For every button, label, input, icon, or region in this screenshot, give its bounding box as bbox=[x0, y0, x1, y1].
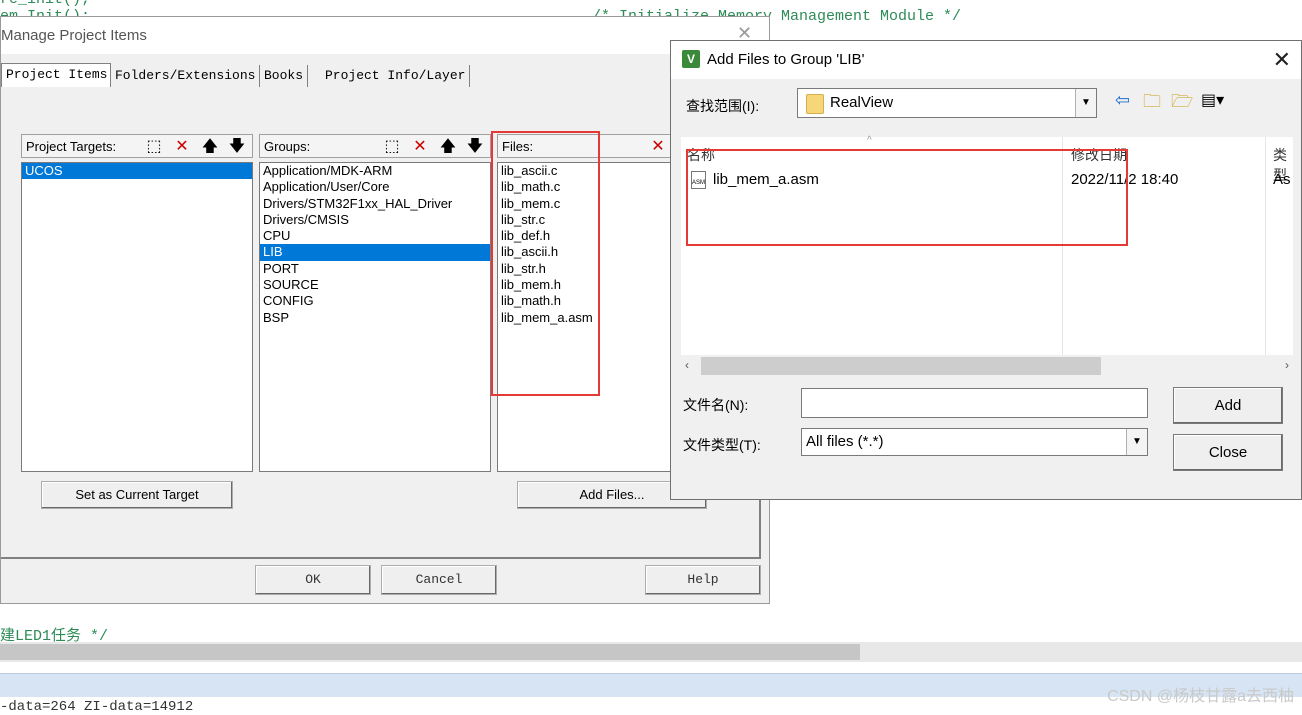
list-item-group[interactable]: Drivers/CMSIS bbox=[260, 212, 490, 228]
targets-label: Project Targets: bbox=[26, 139, 117, 154]
editor-horizontal-scrollbar[interactable] bbox=[0, 642, 1302, 662]
list-item-group[interactable]: BSP bbox=[260, 310, 490, 326]
tab-project-info-layer[interactable]: Project Info/Layer bbox=[321, 65, 471, 87]
list-item-target[interactable]: UCOS bbox=[22, 163, 252, 180]
new-icon[interactable]: ⬚ bbox=[382, 137, 402, 157]
filename-input[interactable] bbox=[801, 388, 1148, 418]
scrollbar-thumb[interactable] bbox=[701, 357, 1101, 375]
folder-icon bbox=[806, 94, 824, 114]
chevron-right-icon[interactable]: › bbox=[1285, 358, 1289, 372]
scrollbar-thumb[interactable] bbox=[0, 644, 860, 660]
new-icon[interactable]: ⬚ bbox=[144, 137, 164, 157]
ok-button[interactable]: OK bbox=[255, 565, 371, 595]
sort-indicator-icon: ^ bbox=[867, 135, 872, 146]
list-item-group[interactable]: Drivers/STM32F1xx_HAL_Driver bbox=[260, 196, 490, 212]
back-icon[interactable]: ⇦ bbox=[1115, 90, 1130, 111]
tab-books[interactable]: Books bbox=[260, 65, 309, 87]
add-files-dialog: V Add Files to Group 'LIB' ✕ 查找范围(I): Re… bbox=[670, 40, 1302, 500]
delete-icon[interactable]: ✕ bbox=[410, 137, 430, 157]
dialog-title: Add Files to Group 'LIB' bbox=[707, 51, 865, 68]
filetype-combo[interactable]: All files (*.*) ▼ bbox=[801, 428, 1148, 456]
look-in-value: RealView bbox=[830, 94, 894, 111]
groups-header: Groups: ⬚ ✕ 🡅 🡇 bbox=[259, 134, 491, 158]
close-icon[interactable]: ✕ bbox=[1273, 47, 1291, 73]
manage-project-items-dialog: Manage Project Items ✕ Project Items Fol… bbox=[0, 16, 770, 604]
tab-project-items[interactable]: Project Items bbox=[1, 63, 111, 89]
filetype-value: All files (*.*) bbox=[806, 433, 884, 450]
watermark: CSDN @杨枝甘露a去西柚 bbox=[1107, 688, 1294, 705]
cancel-button[interactable]: Cancel bbox=[381, 565, 497, 595]
file-list-hscrollbar[interactable]: ‹ › bbox=[681, 355, 1293, 377]
delete-icon[interactable]: ✕ bbox=[172, 137, 192, 157]
dialog-titlebar: V Add Files to Group 'LIB' ✕ bbox=[671, 41, 1301, 79]
project-items-panel: Project Targets: ⬚ ✕ 🡅 🡇 UCOS Groups: ⬚ … bbox=[1, 87, 761, 559]
chevron-down-icon[interactable]: ▼ bbox=[1075, 89, 1096, 117]
chevron-left-icon[interactable]: ‹ bbox=[685, 358, 689, 372]
list-item-group[interactable]: CPU bbox=[260, 228, 490, 244]
new-folder-icon[interactable]: 🗁 bbox=[1171, 89, 1193, 119]
filetype-label: 文件类型(T): bbox=[683, 437, 761, 453]
list-item-group[interactable]: SOURCE bbox=[260, 277, 490, 293]
up-folder-icon[interactable]: 🗀 bbox=[1143, 89, 1161, 119]
tab-folders-extensions[interactable]: Folders/Extensions bbox=[111, 65, 261, 87]
look-in-combo[interactable]: RealView ▼ bbox=[797, 88, 1097, 118]
code-line-1: re_init(); bbox=[0, 0, 90, 8]
groups-label: Groups: bbox=[264, 139, 311, 154]
close-button[interactable]: Close bbox=[1173, 434, 1283, 471]
dialog-titlebar: Manage Project Items ✕ bbox=[1, 17, 769, 54]
look-in-label: 查找范围(I): bbox=[686, 98, 760, 114]
highlight-box-file-row bbox=[686, 149, 1128, 246]
list-item-group[interactable]: Application/MDK-ARM bbox=[260, 163, 490, 179]
set-as-current-target-button[interactable]: Set as Current Target bbox=[41, 481, 233, 509]
filename-label: 文件名(N): bbox=[683, 397, 749, 413]
groups-list[interactable]: Application/MDK-ARM Application/User/Cor… bbox=[259, 162, 491, 472]
add-button[interactable]: Add bbox=[1173, 387, 1283, 424]
chevron-down-icon[interactable]: ▼ bbox=[1126, 429, 1147, 455]
list-item-group[interactable]: PORT bbox=[260, 261, 490, 277]
list-item-group[interactable]: CONFIG bbox=[260, 293, 490, 309]
move-down-icon[interactable]: 🡇 bbox=[227, 137, 247, 157]
move-down-icon[interactable]: 🡇 bbox=[465, 137, 485, 157]
targets-list[interactable]: UCOS bbox=[21, 162, 253, 472]
view-menu-icon[interactable]: ▤▾ bbox=[1201, 90, 1224, 110]
targets-header: Project Targets: ⬚ ✕ 🡅 🡇 bbox=[21, 134, 253, 158]
keil-app-icon: V bbox=[682, 50, 700, 68]
list-item-group[interactable]: Application/User/Core bbox=[260, 179, 490, 195]
list-item-group-selected[interactable]: LIB bbox=[260, 244, 490, 261]
delete-icon[interactable]: ✕ bbox=[648, 137, 668, 157]
help-button[interactable]: Help bbox=[645, 565, 761, 595]
move-up-icon[interactable]: 🡅 bbox=[438, 137, 458, 157]
file-type: As bbox=[1273, 171, 1291, 188]
highlight-box-files bbox=[491, 131, 600, 396]
build-output-text: -data=264 ZI-data=14912 bbox=[0, 699, 194, 715]
dialog-title: Manage Project Items bbox=[1, 27, 147, 44]
move-up-icon[interactable]: 🡅 bbox=[200, 137, 220, 157]
